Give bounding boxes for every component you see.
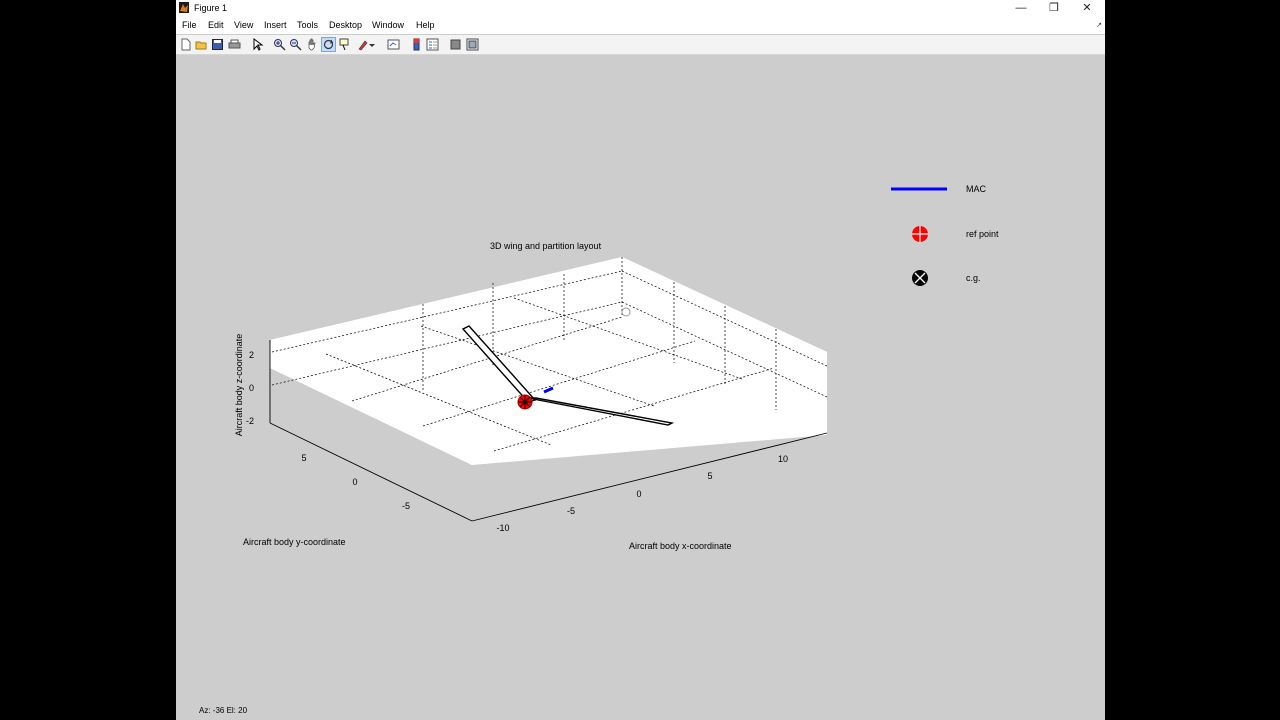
legend-label-ref-point: ref point: [966, 229, 999, 239]
menu-edit[interactable]: Edit: [208, 20, 224, 30]
insert-colorbar-icon[interactable]: [410, 38, 423, 51]
legend-cg-icon: [912, 270, 928, 286]
x-tick-label: 5: [707, 471, 712, 481]
brush-dropdown-icon[interactable]: [369, 38, 375, 51]
zoom-out-icon[interactable]: [289, 38, 302, 51]
window-title: Figure 1: [194, 3, 228, 13]
x-axis-label: Aircraft body x-coordinate: [629, 541, 732, 551]
menu-file[interactable]: File: [182, 20, 197, 30]
view-angle-status: Az: -36 El: 20: [199, 706, 248, 715]
zoom-in-icon[interactable]: [273, 38, 286, 51]
data-cursor-icon[interactable]: [339, 38, 352, 51]
print-icon[interactable]: [228, 38, 241, 51]
menu-desktop[interactable]: Desktop: [329, 20, 362, 30]
hide-plot-tools-icon[interactable]: [449, 38, 462, 51]
legend-label-mac: MAC: [966, 184, 986, 194]
show-plot-tools-icon[interactable]: [466, 38, 479, 51]
y-tick-label: -5: [402, 501, 410, 511]
figure-canvas[interactable]: 3D wing and partition layout 2 0 -2 5 0 …: [176, 55, 1105, 720]
close-button[interactable]: ✕: [1072, 0, 1102, 16]
axes-box-background: [270, 257, 827, 465]
figure-window: Figure 1 — ❐ ✕ File Edit View Insert Too…: [176, 0, 1105, 720]
matlab-app-icon: [179, 2, 189, 13]
y-tick-label: 0: [352, 477, 357, 487]
menu-insert[interactable]: Insert: [264, 20, 287, 30]
z-tick-label: 0: [249, 383, 254, 393]
insert-legend-icon[interactable]: [426, 38, 439, 51]
x-tick-label: 10: [778, 454, 788, 464]
save-icon[interactable]: [211, 38, 224, 51]
title-bar: Figure 1 — ❐ ✕: [176, 0, 1105, 17]
maximize-button[interactable]: ❐: [1039, 0, 1069, 16]
link-plot-icon[interactable]: [387, 38, 400, 51]
new-figure-icon[interactable]: [179, 38, 192, 51]
menu-tools[interactable]: Tools: [297, 20, 318, 30]
open-file-icon[interactable]: [195, 38, 208, 51]
legend-label-cg: c.g.: [966, 273, 981, 283]
menu-help[interactable]: Help: [416, 20, 435, 30]
menu-bar: File Edit View Insert Tools Desktop Wind…: [176, 17, 1105, 34]
minimize-button[interactable]: —: [1006, 0, 1036, 16]
legend-ref-point-icon: [912, 226, 928, 242]
menu-view[interactable]: View: [234, 20, 253, 30]
x-tick-label: -5: [567, 506, 575, 516]
y-axis-label: Aircraft body y-coordinate: [243, 537, 346, 547]
pan-hand-icon[interactable]: [306, 38, 319, 51]
z-tick-label: 2: [249, 350, 254, 360]
z-tick-label: -2: [246, 416, 254, 426]
menu-window[interactable]: Window: [372, 20, 404, 30]
undock-arrow-icon[interactable]: ↗: [1096, 21, 1102, 29]
figure-toolbar: [176, 35, 1105, 55]
y-tick-label: 5: [301, 453, 306, 463]
ref-point-marker: [517, 394, 533, 410]
x-tick-label: -10: [496, 523, 509, 533]
x-tick-label: 0: [636, 489, 641, 499]
edit-pointer-icon[interactable]: [251, 38, 264, 51]
axes-3d[interactable]: 2 0 -2 5 0 -5 -10 -5 0 5 10 Aircraft bod…: [176, 55, 1105, 720]
z-axis-label: Aircraft body z-coordinate: [234, 334, 244, 437]
rotate-3d-icon[interactable]: [321, 37, 336, 52]
